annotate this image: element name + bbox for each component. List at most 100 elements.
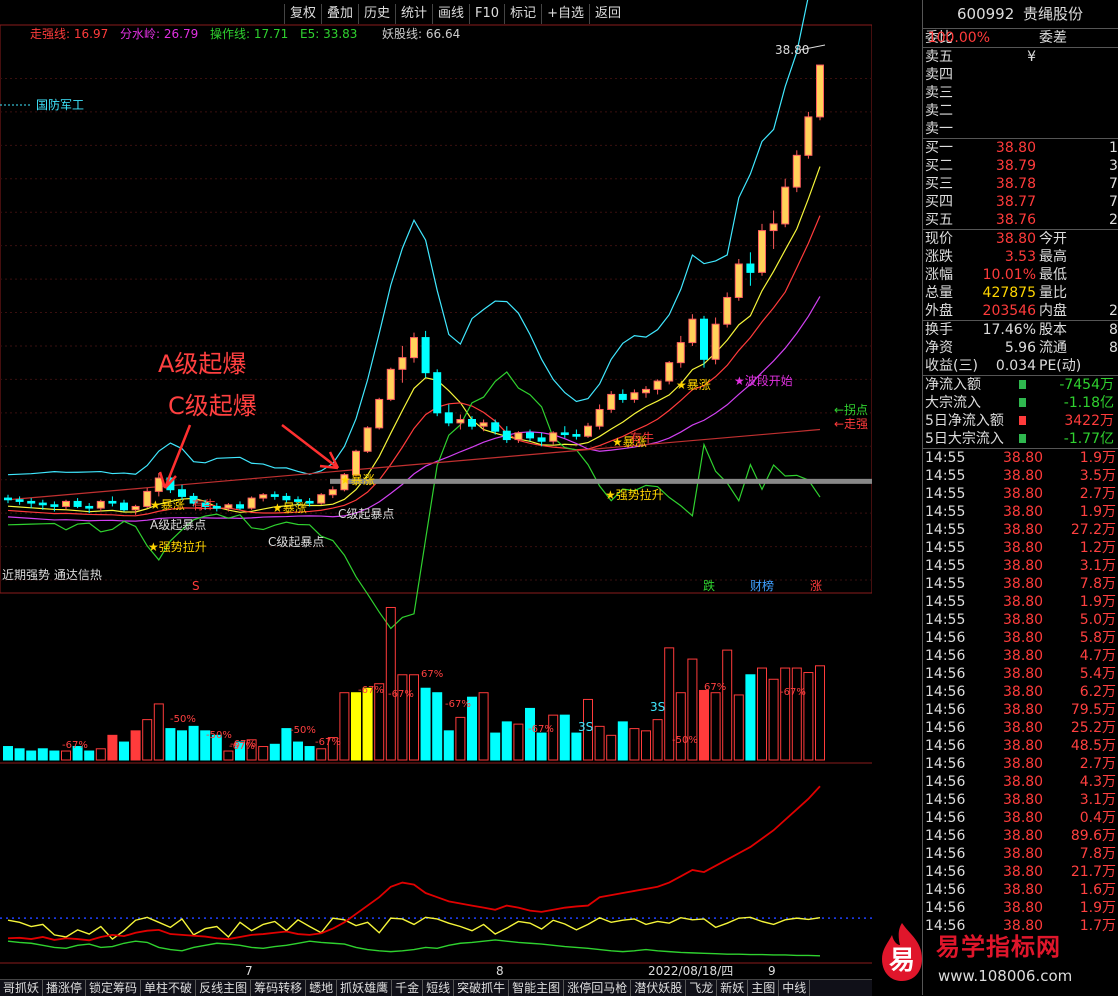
quote-panel: 600992 贵绳股份 委比 100.00% 委差 卖五 ¥ 卖四 卖三 卖二 卖一 买一…: [922, 0, 1118, 995]
toolbar-button-4[interactable]: 画线: [432, 4, 469, 24]
volume-bar: [745, 674, 756, 761]
candle: [572, 434, 581, 437]
tick-t: 14:55: [925, 450, 966, 466]
indicator-tab[interactable]: 哥抓妖: [0, 980, 44, 996]
toolbar-button-0[interactable]: 复权: [283, 4, 321, 24]
watermark: 易 易学指标网 www.108006.com: [876, 921, 1118, 995]
stat-row: 现价 38.80 今开: [923, 230, 1118, 248]
tick-row: 14:56 38.80 7.8万: [923, 845, 1118, 863]
tick-p: 38.80: [1003, 504, 1044, 520]
annotation-label: ★暴涨: [150, 497, 185, 512]
stat-row-label: 外盘: [925, 303, 953, 319]
candlestick-chart[interactable]: ★暴涨 ★暴涨 ★强势拉升 ★强势拉升 A级起暴点 C级起暴点 C级起暴点 ★暴涨 ★暴涨 ★波段…: [0, 0, 872, 995]
tick-list[interactable]: 14:55 38.80 1.9万 14:55 38.80 3.5万 14:55 38.80 2.…: [923, 448, 1118, 935]
indicator-tab[interactable]: 新妖: [717, 980, 749, 996]
annotation-label: ★波段开始: [734, 373, 793, 388]
toolbar-button-2[interactable]: 历史: [357, 4, 395, 24]
candle: [804, 116, 813, 156]
tick-p: 38.80: [1003, 774, 1044, 790]
bid-row-value: 38.80: [995, 140, 1036, 156]
tick-row: 14:56 38.80 89.6万: [923, 827, 1118, 845]
tick-v: 4.3万: [1079, 774, 1116, 790]
indicator-tab[interactable]: 千金: [392, 980, 424, 996]
flow-row-value: 3422万: [1064, 413, 1114, 429]
tick-t: 14:56: [925, 846, 966, 862]
stock-title[interactable]: 600992 贵绳股份: [923, 0, 1118, 29]
bid-row: 买二 38.79 3: [923, 157, 1118, 175]
tick-v: 5.4万: [1079, 666, 1116, 682]
toolbar-button-5[interactable]: F10: [469, 4, 504, 24]
volume-bar: [362, 687, 373, 761]
ask-row-label: 卖一: [925, 121, 953, 137]
indicator-tab[interactable]: 短线: [423, 980, 455, 996]
toolbar-button-7[interactable]: +自选: [541, 4, 589, 24]
tick-row: 14:55 38.80 1.9万: [923, 449, 1118, 467]
indicator-legend-item: 操作线: 17.71: [210, 26, 288, 41]
sub-label: 近期强势 通达信热: [2, 568, 102, 582]
indicator-tab[interactable]: 反线主图: [196, 980, 252, 996]
annotation-label: 涨: [810, 578, 822, 593]
toolbar-button-8[interactable]: 返回: [588, 4, 626, 24]
tick-v: 1.2万: [1079, 540, 1116, 556]
indicator-tab[interactable]: 筹码转移: [251, 980, 307, 996]
stat-row-value: 38.80: [995, 231, 1036, 247]
indicator-tab[interactable]: 抓妖雄鹰: [337, 980, 393, 996]
candle: [410, 337, 418, 359]
stat-row: 外盘 203546 内盘 2: [923, 302, 1118, 320]
indicator-tab[interactable]: 主图: [748, 980, 780, 996]
volume-bar: [548, 714, 559, 761]
x-axis-label: 9: [768, 964, 776, 978]
bid-row-label: 买三: [925, 176, 953, 192]
tick-v: 2.7万: [1079, 756, 1116, 772]
volume-bar: [768, 678, 779, 761]
candle: [270, 494, 279, 497]
tick-row: 14:55 38.80 3.1万: [923, 557, 1118, 575]
tick-p: 38.80: [1003, 882, 1044, 898]
volume-pct-label: 67%: [704, 682, 726, 693]
stat-row-label2: 今开: [1039, 231, 1067, 247]
tick-v: 25.2万: [1070, 720, 1116, 736]
tick-t: 14:56: [925, 864, 966, 880]
candle: [421, 337, 430, 374]
indicator-tab[interactable]: 播涨停: [43, 980, 87, 996]
tick-v: 2.7万: [1079, 486, 1116, 502]
annotation-label: 跌: [703, 578, 715, 593]
candle: [769, 223, 778, 232]
tick-v: 5.8万: [1079, 630, 1116, 646]
tick-p: 38.80: [1003, 648, 1044, 664]
candle: [247, 497, 256, 509]
volume-bar: [95, 748, 106, 761]
indicator-tab[interactable]: 锁定筹码: [86, 980, 142, 996]
weibi-row: 委比 100.00% 委差: [923, 29, 1118, 47]
indicator-tab[interactable]: 飞龙: [686, 980, 718, 996]
watermark-url: www.108006.com: [938, 967, 1073, 985]
volume-bar: [791, 667, 802, 761]
indicator-tab[interactable]: 中线: [779, 980, 811, 996]
candle: [758, 230, 766, 273]
candle: [607, 393, 616, 410]
indicator-tab[interactable]: 蟋地: [306, 980, 338, 996]
stat2-row-label2: 流通: [1039, 340, 1067, 356]
toolbar-button-6[interactable]: 标记: [504, 4, 541, 24]
candle: [711, 323, 720, 360]
indicator-tab[interactable]: 智能主图: [509, 980, 565, 996]
indicator-tab[interactable]: 单柱不破: [141, 980, 197, 996]
indicator-legend-item: E5: 33.83: [300, 27, 357, 41]
chart-area[interactable]: ★暴涨 ★暴涨 ★强势拉升 ★强势拉升 A级起暴点 C级起暴点 C级起暴点 ★暴涨 ★暴涨 ★波段…: [0, 0, 872, 995]
tick-row: 14:56 38.80 48.5万: [923, 737, 1118, 755]
tick-row: 14:56 38.80 3.1万: [923, 791, 1118, 809]
indicator-legend-item: 走强线: 16.97: [30, 27, 108, 41]
indicator-tab[interactable]: 潜伏妖股: [631, 980, 687, 996]
tick-row: 14:56 38.80 25.2万: [923, 719, 1118, 737]
indicator-tab[interactable]: 突破抓牛: [454, 980, 510, 996]
tick-v: 1.9万: [1079, 594, 1116, 610]
toolbar-button-1[interactable]: 叠加: [320, 4, 358, 24]
stat2-row-label: 收益(三): [925, 358, 978, 374]
ask-row-label: 卖四: [925, 67, 953, 83]
indicator-tab[interactable]: 涨停回马枪: [564, 980, 632, 996]
stat-row-label2: 量比: [1039, 285, 1067, 301]
toolbar-button-3[interactable]: 统计: [395, 4, 432, 24]
ask-row-label: 卖五: [925, 49, 953, 65]
tick-v: 79.5万: [1070, 702, 1116, 718]
volume-bar: [188, 725, 199, 761]
